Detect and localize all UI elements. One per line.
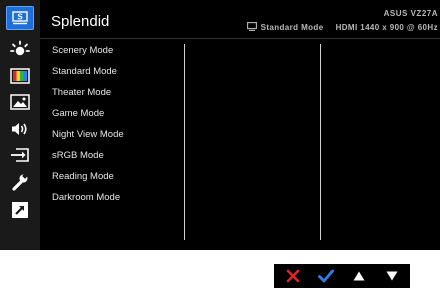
sound-icon[interactable] bbox=[4, 117, 36, 141]
image-icon[interactable] bbox=[4, 90, 36, 114]
sidebar: S bbox=[0, 0, 40, 250]
navigation-bar bbox=[274, 264, 410, 288]
close-icon bbox=[286, 269, 299, 283]
menu-item-reading-mode[interactable]: Reading Mode bbox=[44, 166, 184, 187]
svg-text:S: S bbox=[17, 13, 23, 22]
menu-item-scenery-mode[interactable]: Scenery Mode bbox=[44, 40, 184, 61]
osd-menu: S Splendid ASUS VZ27A Standard Mode HDMI… bbox=[0, 0, 440, 250]
column-divider bbox=[184, 44, 185, 240]
menu-item-theater-mode[interactable]: Theater Mode bbox=[44, 82, 184, 103]
check-icon bbox=[317, 269, 334, 283]
header: Splendid ASUS VZ27A Standard Mode HDMI 1… bbox=[40, 0, 440, 39]
menu-item-standard-mode[interactable]: Standard Mode bbox=[44, 61, 184, 82]
input-select-icon[interactable] bbox=[4, 143, 36, 167]
close-button[interactable] bbox=[281, 266, 305, 286]
confirm-button[interactable] bbox=[314, 266, 338, 286]
page-title: Splendid bbox=[51, 13, 110, 30]
down-arrow-icon bbox=[386, 271, 397, 281]
monitor-icon bbox=[246, 22, 257, 33]
menu-item-game-mode[interactable]: Game Mode bbox=[44, 103, 184, 124]
current-mode: Standard Mode bbox=[260, 23, 324, 32]
up-button[interactable] bbox=[347, 266, 371, 286]
status-line: Standard Mode HDMI 1440 x 900 @ 60Hz bbox=[246, 22, 438, 33]
down-button[interactable] bbox=[380, 266, 404, 286]
monitor-model: ASUS VZ27A bbox=[383, 9, 438, 18]
splendid-mode-list: Scenery Mode Standard Mode Theater Mode … bbox=[44, 40, 184, 240]
up-arrow-icon bbox=[353, 271, 364, 281]
menu-item-darkroom-mode[interactable]: Darkroom Mode bbox=[44, 187, 184, 208]
resolution-info: HDMI 1440 x 900 @ 60Hz bbox=[335, 23, 438, 32]
menu-item-srgb-mode[interactable]: sRGB Mode bbox=[44, 145, 184, 166]
column-divider bbox=[320, 44, 321, 240]
shortcut-icon[interactable] bbox=[4, 198, 36, 222]
splendid-icon[interactable]: S bbox=[6, 6, 34, 30]
system-setup-icon[interactable] bbox=[4, 170, 36, 194]
blue-light-filter-icon[interactable] bbox=[4, 38, 36, 62]
color-icon[interactable] bbox=[4, 64, 36, 88]
menu-item-night-view-mode[interactable]: Night View Mode bbox=[44, 124, 184, 145]
